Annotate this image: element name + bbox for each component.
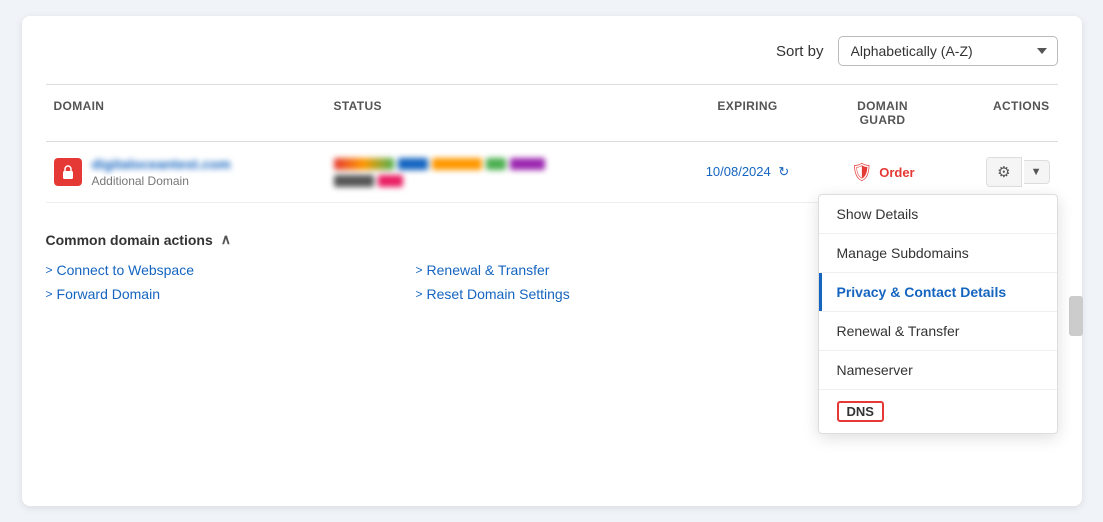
dropdown-item-privacy[interactable]: Privacy & Contact Details: [819, 273, 1057, 312]
col-guard: DOMAINGUARD: [818, 95, 948, 131]
dropdown-item-show-details[interactable]: Show Details: [819, 195, 1057, 234]
order-link[interactable]: Order: [879, 165, 914, 180]
sort-select[interactable]: Alphabetically (A-Z) Alphabetically (Z-A…: [838, 36, 1058, 66]
scroll-indicator[interactable]: [1069, 296, 1083, 336]
chevron-right-icon-4: >: [416, 287, 423, 301]
sort-row: Sort by Alphabetically (A-Z) Alphabetica…: [46, 36, 1058, 66]
sort-label: Sort by: [776, 43, 824, 60]
dropdown-item-dns[interactable]: DNS: [819, 390, 1057, 433]
col-expiring: EXPIRING: [678, 95, 818, 131]
col-domain: DOMAIN: [46, 95, 326, 131]
domain-row: digitaloceantest.com Additional Domain: [46, 142, 1058, 203]
action-connect-webspace[interactable]: > Connect to Webspace: [46, 262, 376, 278]
actions-grid: > Connect to Webspace > Renewal & Transf…: [46, 262, 746, 302]
action-renewal-transfer[interactable]: > Renewal & Transfer: [416, 262, 746, 278]
main-card: Sort by Alphabetically (A-Z) Alphabetica…: [22, 16, 1082, 506]
gear-caret-button[interactable]: ▼: [1024, 160, 1050, 184]
shield-icon: 🛡: [850, 162, 873, 183]
chevron-right-icon: >: [46, 263, 53, 277]
action-forward-domain[interactable]: > Forward Domain: [46, 286, 376, 302]
domain-cell: digitaloceantest.com Additional Domain: [46, 156, 326, 188]
domain-name[interactable]: digitaloceantest.com: [92, 156, 231, 172]
refresh-icon[interactable]: ↻: [778, 164, 789, 180]
status-blur: [334, 158, 670, 187]
gear-button[interactable]: ⚙: [986, 157, 1021, 187]
col-status: STATUS: [326, 95, 678, 131]
col-actions: ACTIONS: [948, 95, 1058, 131]
dropdown-item-manage-subdomains[interactable]: Manage Subdomains: [819, 234, 1057, 273]
chevron-right-icon-3: >: [46, 287, 53, 301]
expiring-cell: 10/08/2024 ↻: [678, 164, 818, 180]
dropdown-item-renewal[interactable]: Renewal & Transfer: [819, 312, 1057, 351]
actions-cell: ⚙ ▼: [948, 157, 1058, 187]
action-reset-domain[interactable]: > Reset Domain Settings: [416, 286, 746, 302]
common-actions-title: Common domain actions: [46, 232, 213, 248]
lock-icon: [54, 158, 82, 186]
dropdown-menu: Show Details Manage Subdomains Privacy &…: [818, 194, 1058, 434]
table-header: DOMAIN STATUS EXPIRING DOMAINGUARD ACTIO…: [46, 84, 1058, 142]
dropdown-item-nameserver[interactable]: Nameserver: [819, 351, 1057, 390]
domain-type: Additional Domain: [92, 174, 231, 188]
expiring-date: 10/08/2024: [706, 164, 771, 179]
guard-cell: 🛡 Order: [818, 162, 948, 183]
chevron-right-icon-2: >: [416, 263, 423, 277]
chevron-up-icon[interactable]: ∧: [221, 231, 231, 248]
status-cell: [326, 158, 678, 187]
dns-badge: DNS: [837, 401, 884, 422]
domain-name-block: digitaloceantest.com Additional Domain: [92, 156, 231, 188]
